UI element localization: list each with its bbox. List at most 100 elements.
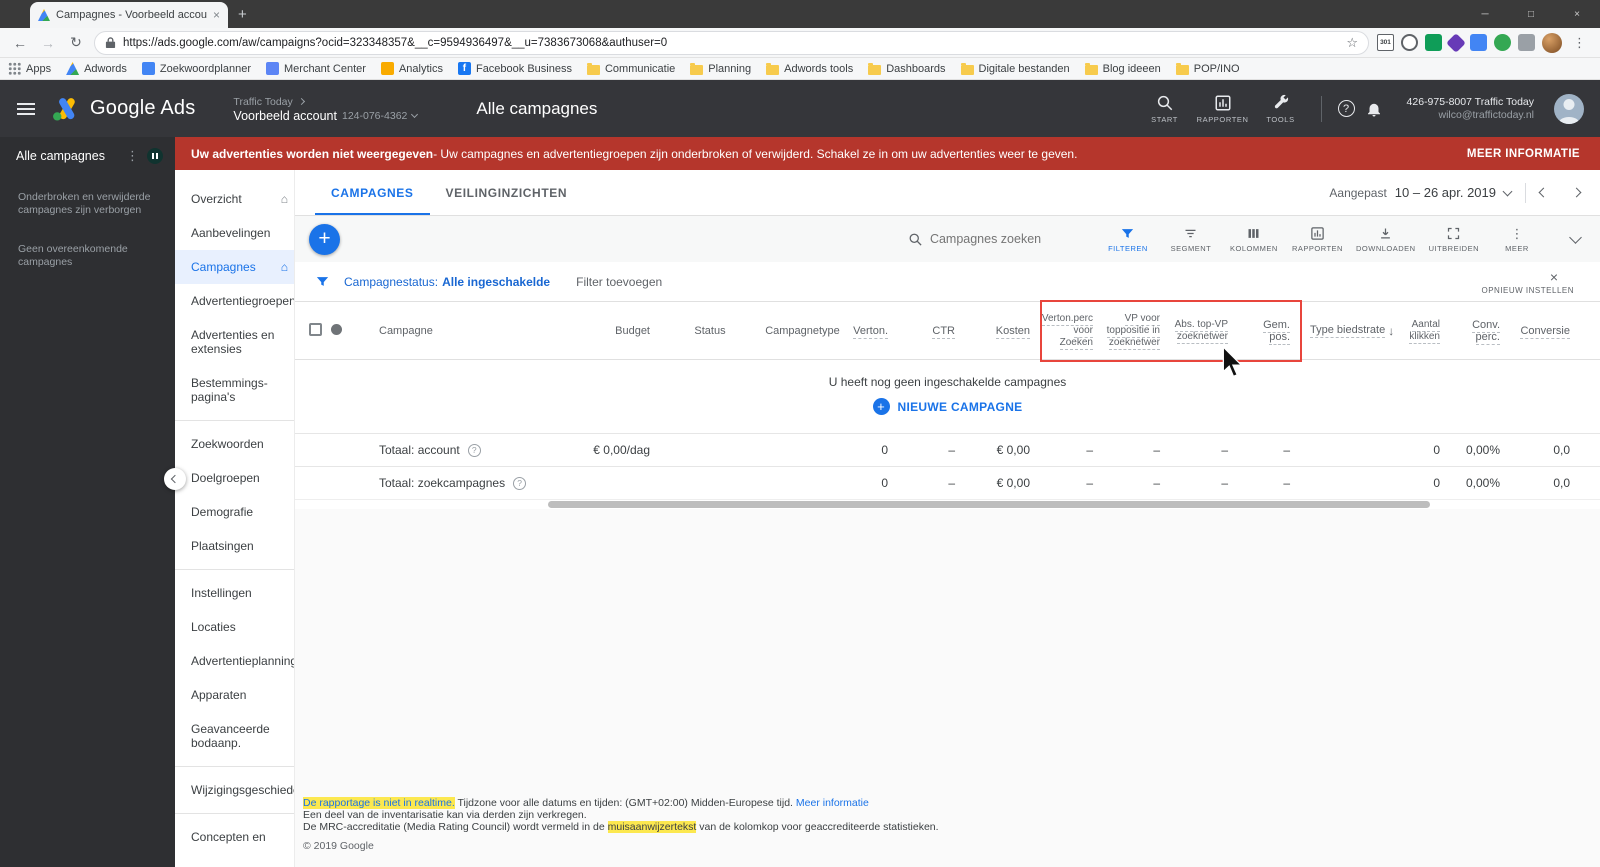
sidebar-item-locaties[interactable]: Locaties	[175, 610, 294, 644]
collapse-rail-button[interactable]	[164, 468, 186, 490]
bookmark[interactable]: Blog ideeen	[1084, 62, 1161, 75]
filter-button[interactable]: FILTEREN	[1103, 226, 1153, 253]
browser-profile-avatar[interactable]	[1542, 32, 1562, 53]
campaign-status-dot-icon[interactable]	[331, 323, 342, 335]
clock-extension-icon[interactable]	[1401, 34, 1418, 51]
bookmark[interactable]: Adwords tools	[766, 62, 853, 75]
paused-status-icon[interactable]	[147, 148, 163, 164]
back-icon[interactable]: ←	[10, 35, 30, 51]
bookmark[interactable]: Facebook Business	[457, 62, 572, 75]
tab-campagnes[interactable]: CAMPAGNES	[315, 170, 430, 215]
close-filter-icon[interactable]: ×	[1550, 269, 1558, 285]
sidebar-item-doelgroepen[interactable]: Doelgroepen	[175, 461, 294, 495]
header-search-button[interactable]: START	[1141, 94, 1189, 124]
collapse-toolbar-icon[interactable]	[1569, 231, 1582, 244]
bookmark-apps[interactable]: Apps	[8, 62, 51, 75]
extension-icon[interactable]	[1470, 34, 1487, 51]
tab-veilinginzichten[interactable]: VEILINGINZICHTEN	[430, 170, 584, 215]
download-button[interactable]: DOWNLOADEN	[1356, 226, 1416, 253]
hamburger-menu-button[interactable]	[0, 107, 52, 110]
bookmark[interactable]: Merchant Center	[266, 62, 366, 75]
alert-more-info-button[interactable]: MEER INFORMATIE	[1467, 148, 1584, 160]
column-header-campagnetype[interactable]: Campagnetype	[760, 325, 845, 337]
bookmark[interactable]: Planning	[690, 62, 751, 75]
column-header-vertoningspercentage[interactable]: Verton.perc voor Zoeken	[1040, 312, 1105, 350]
help-icon[interactable]: ?	[1337, 100, 1355, 117]
new-tab-button[interactable]: +	[238, 2, 247, 28]
sidebar-item-apparaten[interactable]: Apparaten	[175, 678, 294, 712]
window-maximize-button[interactable]: □	[1508, 0, 1554, 28]
bookmark-star-icon[interactable]: ☆	[1346, 35, 1358, 51]
column-header-vertoningen[interactable]: Verton.	[845, 324, 898, 339]
tab-close-icon[interactable]: ×	[213, 8, 220, 22]
sidebar-item-wijzigingsgeschiedenis[interactable]: Wijzigingsgeschieden	[175, 773, 294, 807]
url-input[interactable]	[123, 36, 1340, 49]
account-breadcrumb[interactable]: Traffic Today Voorbeeld account 124-076-…	[233, 95, 419, 123]
columns-button[interactable]: KOLOMMEN	[1229, 226, 1279, 253]
window-minimize-button[interactable]: ─	[1462, 0, 1508, 28]
help-icon[interactable]: ?	[467, 443, 481, 457]
column-header-gem-pos[interactable]: Gem. pos.	[1240, 318, 1302, 345]
bookmark[interactable]: Analytics	[380, 62, 443, 75]
new-campaign-fab[interactable]: +	[309, 223, 340, 255]
add-filter-button[interactable]: Filter toevoegen	[576, 275, 662, 289]
column-header-conv-perc[interactable]: Conv. perc.	[1450, 318, 1510, 345]
notifications-bell-icon[interactable]	[1365, 100, 1383, 118]
breadcrumb-parent[interactable]: Traffic Today	[233, 95, 292, 109]
date-range-picker[interactable]: Aangepast 10 – 26 apr. 2019	[1329, 182, 1582, 203]
refresh-icon[interactable]: ↻	[66, 34, 86, 51]
column-header-type-biedstrategie[interactable]: Type biedstrate ↓	[1302, 324, 1398, 338]
header-tools-button[interactable]: TOOLS	[1257, 94, 1305, 124]
realtime-note-link[interactable]: De rapportage is niet in realtime.	[303, 797, 455, 809]
scrollbar-thumb[interactable]	[548, 501, 1430, 508]
sidebar-item-concepten[interactable]: Concepten en	[175, 820, 294, 854]
column-header-abs-top-vp[interactable]: Abs. top-VP zoeknetwer	[1172, 318, 1240, 344]
column-header-conversies[interactable]: Conversie	[1510, 324, 1580, 339]
sidebar-item-bestemmingspaginas[interactable]: Bestemmings-pagina's	[175, 366, 294, 414]
sidebar-item-demografie[interactable]: Demografie	[175, 495, 294, 529]
sidebar-item-zoekwoorden[interactable]: Zoekwoorden	[175, 427, 294, 461]
url-omnibox[interactable]: ☆	[94, 30, 1369, 55]
extension-icon[interactable]	[1494, 34, 1511, 51]
bookmark[interactable]: POP/INO	[1175, 62, 1240, 75]
reset-filters-button[interactable]: OPNIEUW INSTELLEN	[1481, 286, 1574, 295]
next-period-icon[interactable]	[1571, 187, 1582, 198]
new-campaign-button[interactable]: + NIEUWE CAMPAGNE	[872, 398, 1023, 415]
column-header-ctr[interactable]: CTR	[898, 324, 965, 339]
extension-icon[interactable]	[1425, 34, 1442, 51]
extension-icon-301[interactable]: 301	[1377, 34, 1394, 51]
active-filter-chip[interactable]: Campagnestatus: Alle ingeschakelde	[344, 275, 550, 289]
help-icon[interactable]: ?	[513, 476, 527, 490]
sidebar-item-aanbevelingen[interactable]: Aanbevelingen	[175, 216, 294, 250]
previous-period-icon[interactable]	[1538, 187, 1549, 198]
extension-icon[interactable]	[1446, 32, 1466, 53]
column-header-campagne[interactable]: Campagne	[359, 325, 547, 337]
column-header-top-vp[interactable]: VP voor toppositie in zoeknetwer	[1105, 312, 1172, 350]
reports-button[interactable]: RAPPORTEN	[1292, 226, 1343, 253]
header-reports-button[interactable]: RAPPORTEN	[1197, 94, 1248, 124]
sidebar-item-advertentieplanning[interactable]: Advertentieplanning	[175, 644, 294, 678]
rail-more-icon[interactable]: ⋮	[126, 148, 139, 164]
sidebar-item-overzicht[interactable]: Overzicht ⌂	[175, 182, 294, 216]
column-header-aantal-klikken[interactable]: Aantal klikken	[1398, 318, 1450, 344]
bookmark[interactable]: Digitale bestanden	[960, 62, 1070, 75]
sidebar-item-advertentiegroepen[interactable]: Advertentiegroepen	[175, 284, 294, 318]
bookmark[interactable]: Zoekwoordplanner	[141, 62, 251, 75]
user-avatar[interactable]	[1554, 93, 1584, 124]
column-header-kosten[interactable]: Kosten	[965, 324, 1040, 339]
google-ads-logo[interactable]: Google Ads	[52, 97, 195, 121]
sidebar-item-plaatsingen[interactable]: Plaatsingen	[175, 529, 294, 563]
window-close-button[interactable]: ×	[1554, 0, 1600, 28]
sidebar-item-instellingen[interactable]: Instellingen	[175, 576, 294, 610]
select-all-checkbox[interactable]	[309, 322, 322, 336]
column-header-status[interactable]: Status	[660, 325, 760, 337]
sidebar-item-campagnes[interactable]: Campagnes ⌂	[175, 250, 294, 284]
horizontal-scrollbar[interactable]	[295, 499, 1600, 509]
more-button[interactable]: ⋮ MEER	[1492, 226, 1542, 253]
bookmark[interactable]: Dashboards	[868, 62, 946, 75]
rail-title[interactable]: Alle campagnes	[16, 149, 105, 163]
extension-icon[interactable]	[1518, 34, 1535, 51]
bookmark[interactable]: Adwords	[66, 62, 127, 75]
more-info-link[interactable]: Meer informatie	[796, 797, 869, 809]
browser-tab[interactable]: Campagnes - Voorbeeld account ×	[30, 2, 228, 28]
